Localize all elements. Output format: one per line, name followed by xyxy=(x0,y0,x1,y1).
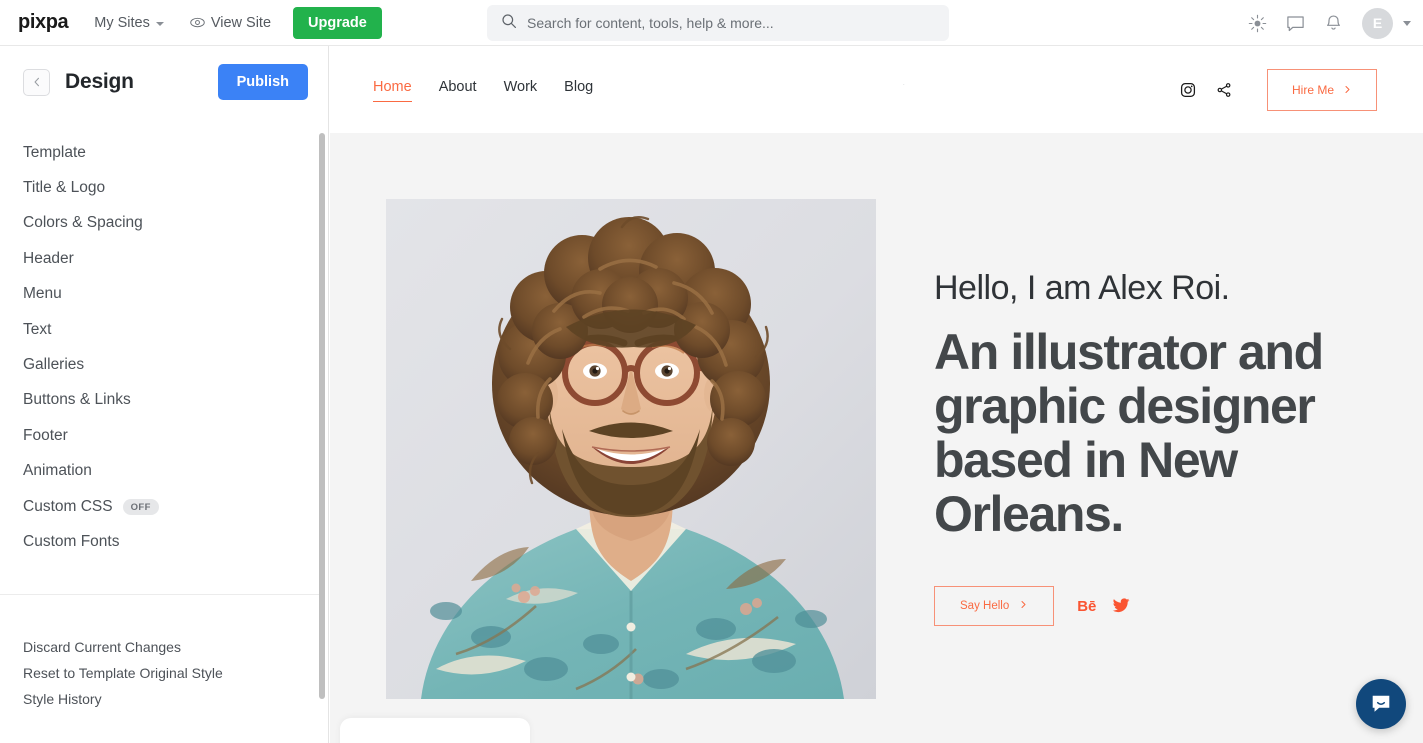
hero-portrait-photo xyxy=(386,199,876,699)
nav-link-about[interactable]: About xyxy=(439,79,477,100)
user-avatar[interactable]: E xyxy=(1362,7,1393,39)
hire-me-label: Hire Me xyxy=(1291,82,1334,97)
twitter-icon[interactable] xyxy=(1112,598,1130,614)
sidebar-item-template[interactable]: Template xyxy=(0,135,328,170)
search-input[interactable] xyxy=(527,15,935,31)
upgrade-button[interactable]: Upgrade xyxy=(293,6,382,39)
nav-link-blog[interactable]: Blog xyxy=(564,79,593,100)
sidebar-item-galleries[interactable]: Galleries xyxy=(0,347,328,382)
bell-icon[interactable] xyxy=(1324,14,1343,33)
chat-bubble-icon xyxy=(1372,695,1390,712)
top-bar: pixpa My Sites View Site Upgrade Search … xyxy=(0,0,1423,46)
hero-greeting: Hello, I am Alex Roi. xyxy=(934,269,1230,307)
search-icon xyxy=(501,13,517,34)
sidebar-item-buttons-links[interactable]: Buttons & Links xyxy=(0,383,328,418)
sidebar-footer: Discard Current Changes Reset to Templat… xyxy=(0,634,328,712)
status-badge: OFF xyxy=(122,498,159,515)
chevron-down-icon xyxy=(155,21,164,26)
nav-link-work[interactable]: Work xyxy=(504,79,538,100)
sidebar-item-label: Animation xyxy=(23,462,92,480)
global-search[interactable] xyxy=(487,5,949,41)
sidebar-item-label: Text xyxy=(23,320,52,338)
instagram-icon[interactable] xyxy=(1180,82,1196,98)
sidebar-item-header[interactable]: Header xyxy=(0,241,328,276)
chevron-right-icon xyxy=(1343,83,1352,97)
nav-link-home[interactable]: Home xyxy=(373,79,412,102)
preview-bottom-card[interactable] xyxy=(340,718,530,743)
message-icon[interactable] xyxy=(1286,14,1305,33)
pixpa-logo[interactable]: pixpa xyxy=(18,11,69,34)
sidebar-item-footer[interactable]: Footer xyxy=(0,418,328,453)
site-nav: Home About Work Blog xyxy=(373,79,593,102)
design-sidebar: Design Publish Template Title & Logo Col… xyxy=(0,46,329,743)
view-site-label: View Site xyxy=(210,14,272,31)
sidebar-item-label: Custom CSS xyxy=(23,497,113,515)
sidebar-item-menu[interactable]: Menu xyxy=(0,277,328,312)
sidebar-item-label: Galleries xyxy=(23,356,85,374)
account-chevron-down-icon[interactable] xyxy=(1403,20,1411,26)
top-bar-actions: E xyxy=(1248,0,1411,46)
hero-section: Hello, I am Alex Roi. An illustrator and… xyxy=(330,133,1423,699)
hero-cta-row: Say Hello Bē xyxy=(934,586,1364,626)
sidebar-item-label: Menu xyxy=(23,285,62,303)
hero-headline: An illustrator and graphic designer base… xyxy=(934,324,1324,542)
sidebar-item-title-logo[interactable]: Title & Logo xyxy=(0,170,328,205)
site-header: Home About Work Blog . Hire Me xyxy=(330,46,1423,133)
say-hello-label: Say Hello xyxy=(960,600,1010,612)
sidebar-scrollbar-thumb[interactable] xyxy=(319,133,325,699)
brightness-icon[interactable] xyxy=(1248,14,1267,33)
sidebar-item-text[interactable]: Text xyxy=(0,312,328,347)
hero-text: Hello, I am Alex Roi. An illustrator and… xyxy=(934,199,1364,699)
hire-me-button[interactable]: Hire Me xyxy=(1266,68,1377,111)
sidebar-item-label: Header xyxy=(23,249,74,267)
reset-template-style-link[interactable]: Reset to Template Original Style xyxy=(0,660,328,686)
sidebar-item-label: Footer xyxy=(23,426,68,444)
view-site-link[interactable]: View Site xyxy=(190,15,271,31)
behance-icon[interactable]: Bē xyxy=(1077,599,1096,614)
sidebar-item-label: Colors & Spacing xyxy=(23,214,143,232)
intercom-chat-launcher[interactable] xyxy=(1356,679,1406,729)
chevron-left-icon xyxy=(34,77,39,87)
sidebar-item-animation[interactable]: Animation xyxy=(0,454,328,489)
sidebar-item-label: Template xyxy=(23,143,86,161)
sidebar-header: Design Publish xyxy=(0,46,328,118)
sidebar-item-custom-css[interactable]: Custom CSS OFF xyxy=(0,489,328,524)
sidebar-item-label: Custom Fonts xyxy=(23,532,120,550)
sidebar-item-custom-fonts[interactable]: Custom Fonts xyxy=(0,524,328,559)
say-hello-button[interactable]: Say Hello xyxy=(934,586,1055,626)
style-history-link[interactable]: Style History xyxy=(0,686,328,712)
share-icon[interactable] xyxy=(1216,82,1232,98)
publish-button[interactable]: Publish xyxy=(217,64,308,100)
page-title: Design xyxy=(65,70,134,93)
site-logo-placeholder: . xyxy=(903,81,905,87)
my-sites-menu[interactable]: My Sites xyxy=(94,15,164,31)
chevron-right-icon xyxy=(1019,600,1028,612)
sidebar-item-label: Buttons & Links xyxy=(23,391,131,409)
site-preview: Home About Work Blog . Hire Me Hello, I … xyxy=(330,46,1423,743)
hero-social-links: Bē xyxy=(1077,598,1130,614)
sidebar-divider xyxy=(0,594,322,595)
sidebar-item-label: Title & Logo xyxy=(23,179,106,197)
back-button[interactable] xyxy=(23,68,50,96)
site-header-actions: Hire Me xyxy=(1180,68,1377,111)
sidebar-menu: Template Title & Logo Colors & Spacing H… xyxy=(0,118,328,560)
discard-changes-link[interactable]: Discard Current Changes xyxy=(0,634,328,660)
eye-icon xyxy=(190,15,205,30)
sidebar-item-colors-spacing[interactable]: Colors & Spacing xyxy=(0,206,328,241)
my-sites-label: My Sites xyxy=(94,14,150,31)
